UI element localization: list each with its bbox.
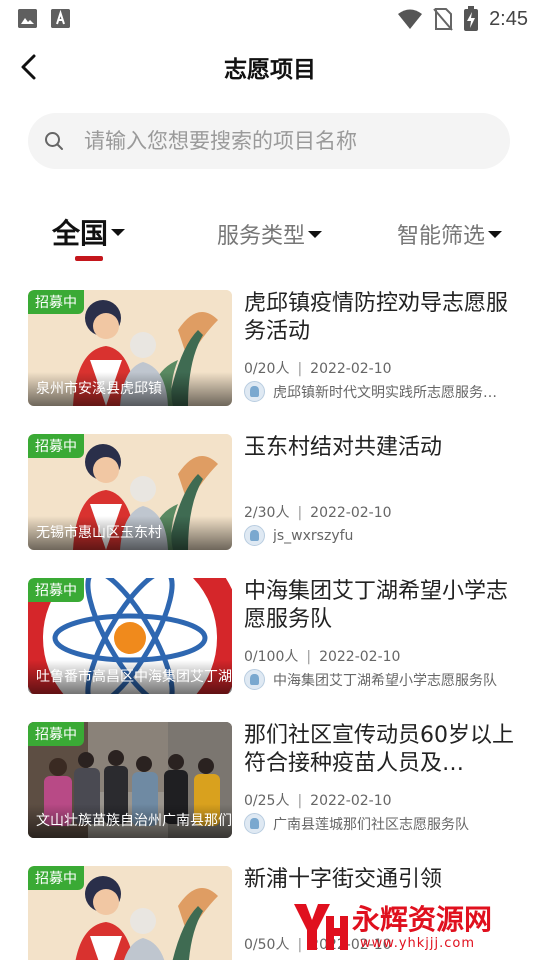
- organization: 虎邱镇新时代文明实践所志愿服务…: [244, 381, 516, 402]
- project-date: 2022-02-10: [310, 361, 392, 377]
- organization-name: js_wxrszyfu: [273, 527, 354, 544]
- project-title: 中海集团艾丁湖希望小学志愿服务队: [244, 579, 509, 632]
- project-image: 招募中 吐鲁番市高昌区中海集团艾丁湖: [28, 578, 232, 694]
- watermark: 永辉资源网 www.yhkjjj.com: [290, 896, 520, 958]
- project-date: 2022-02-10: [310, 793, 392, 809]
- tab-label: 智能筛选: [397, 224, 486, 249]
- clock: 2:45: [489, 7, 528, 30]
- status-badge: 招募中: [28, 290, 84, 314]
- organization: js_wxrszyfu: [244, 525, 516, 546]
- participant-count: 0/50人: [244, 937, 290, 953]
- project-meta: 0/100人 | 2022-02-10: [244, 649, 401, 665]
- list-item[interactable]: 招募中 泉州市安溪县虎邱镇 虎邱镇疫情防控劝导志愿服务活动 0/20人 | 2022…: [28, 290, 518, 408]
- tab-nationwide[interactable]: 全国: [52, 212, 126, 252]
- tab-service-type[interactable]: 服务类型: [217, 218, 323, 250]
- watermark-brand: 永辉资源网: [352, 903, 493, 936]
- list-item[interactable]: 招募中 吐鲁番市高昌区中海集团艾丁湖 中海集团艾丁湖希望小学志愿服务队 0/10…: [28, 578, 518, 696]
- project-image: 招募中 泉州市安溪县虎邱镇: [28, 290, 232, 406]
- location-caption: 文山壮族苗族自治州广南县那们: [28, 804, 232, 838]
- search-input[interactable]: [84, 113, 494, 169]
- organization-avatar-icon: [244, 813, 265, 834]
- participant-count: 0/25人: [244, 793, 290, 809]
- project-meta: 0/20人 | 2022-02-10: [244, 361, 392, 377]
- location-caption: 泉州市安溪县虎邱镇: [28, 372, 232, 406]
- participant-count: 0/20人: [244, 361, 290, 377]
- project-image: 招募中 文山壮族苗族自治州广南县那们: [28, 722, 232, 838]
- no-sim-icon: [433, 8, 453, 31]
- organization-avatar-icon: [244, 381, 265, 402]
- active-tab-indicator: [75, 256, 103, 261]
- status-badge: 招募中: [28, 578, 84, 602]
- organization-avatar-icon: [244, 525, 265, 546]
- tab-label: 服务类型: [217, 224, 306, 249]
- dropdown-caret-icon: [308, 230, 323, 238]
- location-text: 文山壮族苗族自治州广南县那们: [36, 813, 232, 829]
- watermark-url: www.yhkjjj.com: [360, 936, 476, 951]
- organization-name: 广南县莲城那们社区志愿服务队: [273, 816, 469, 833]
- project-title: 那们社区宣传动员60岁以上符合接种疫苗人员及…: [244, 723, 514, 776]
- font-notification-icon: [51, 9, 70, 28]
- dropdown-caret-icon: [111, 228, 126, 236]
- participant-count: 2/30人: [244, 505, 290, 521]
- organization: 中海集团艾丁湖希望小学志愿服务队: [244, 669, 516, 690]
- list-item[interactable]: 招募中 文山壮族苗族自治州广南县那们 那们社区宣传动员60岁以上符合接种疫苗人员…: [28, 722, 518, 840]
- location-caption: 吐鲁番市高昌区中海集团艾丁湖: [28, 660, 232, 694]
- project-title: 玉东村结对共建活动: [244, 435, 443, 460]
- wifi-icon: [398, 9, 423, 29]
- header: 志愿项目: [0, 36, 540, 98]
- status-bar: 2:45: [0, 0, 540, 36]
- watermark-logo-icon: [294, 904, 348, 950]
- battery-charging-icon: [464, 6, 479, 31]
- project-title: 新浦十字街交通引领: [244, 867, 443, 892]
- dropdown-caret-icon: [488, 230, 503, 238]
- tab-label: 全国: [52, 217, 109, 250]
- project-meta: 2/30人 | 2022-02-10: [244, 505, 392, 521]
- search-bar[interactable]: [28, 113, 510, 169]
- project-date: 2022-02-10: [319, 649, 401, 665]
- location-text: 无锡市惠山区玉东村: [36, 525, 162, 541]
- organization-name: 虎邱镇新时代文明实践所志愿服务…: [273, 384, 497, 401]
- status-badge: 招募中: [28, 434, 84, 458]
- location-caption: 无锡市惠山区玉东村: [28, 516, 232, 550]
- location-text: 泉州市安溪县虎邱镇: [36, 381, 162, 397]
- search-icon: [45, 132, 63, 150]
- organization-name: 中海集团艾丁湖希望小学志愿服务队: [273, 672, 497, 689]
- organization-avatar-icon: [244, 669, 265, 690]
- project-meta: 0/25人 | 2022-02-10: [244, 793, 392, 809]
- tab-smart-filter[interactable]: 智能筛选: [397, 218, 503, 250]
- list-item[interactable]: 招募中 无锡市惠山区玉东村 玉东村结对共建活动 2/30人 | 2022-02-10…: [28, 434, 518, 552]
- organization: 广南县莲城那们社区志愿服务队: [244, 813, 516, 834]
- project-date: 2022-02-10: [310, 505, 392, 521]
- project-image: 招募中: [28, 866, 232, 960]
- page-title: 志愿项目: [224, 57, 316, 83]
- project-image: 招募中 无锡市惠山区玉东村: [28, 434, 232, 550]
- status-badge: 招募中: [28, 866, 84, 890]
- gallery-notification-icon: [18, 9, 37, 28]
- participant-count: 0/100人: [244, 649, 299, 665]
- status-badge: 招募中: [28, 722, 84, 746]
- location-text: 吐鲁番市高昌区中海集团艾丁湖: [36, 669, 232, 685]
- project-title: 虎邱镇疫情防控劝导志愿服务活动: [244, 291, 509, 344]
